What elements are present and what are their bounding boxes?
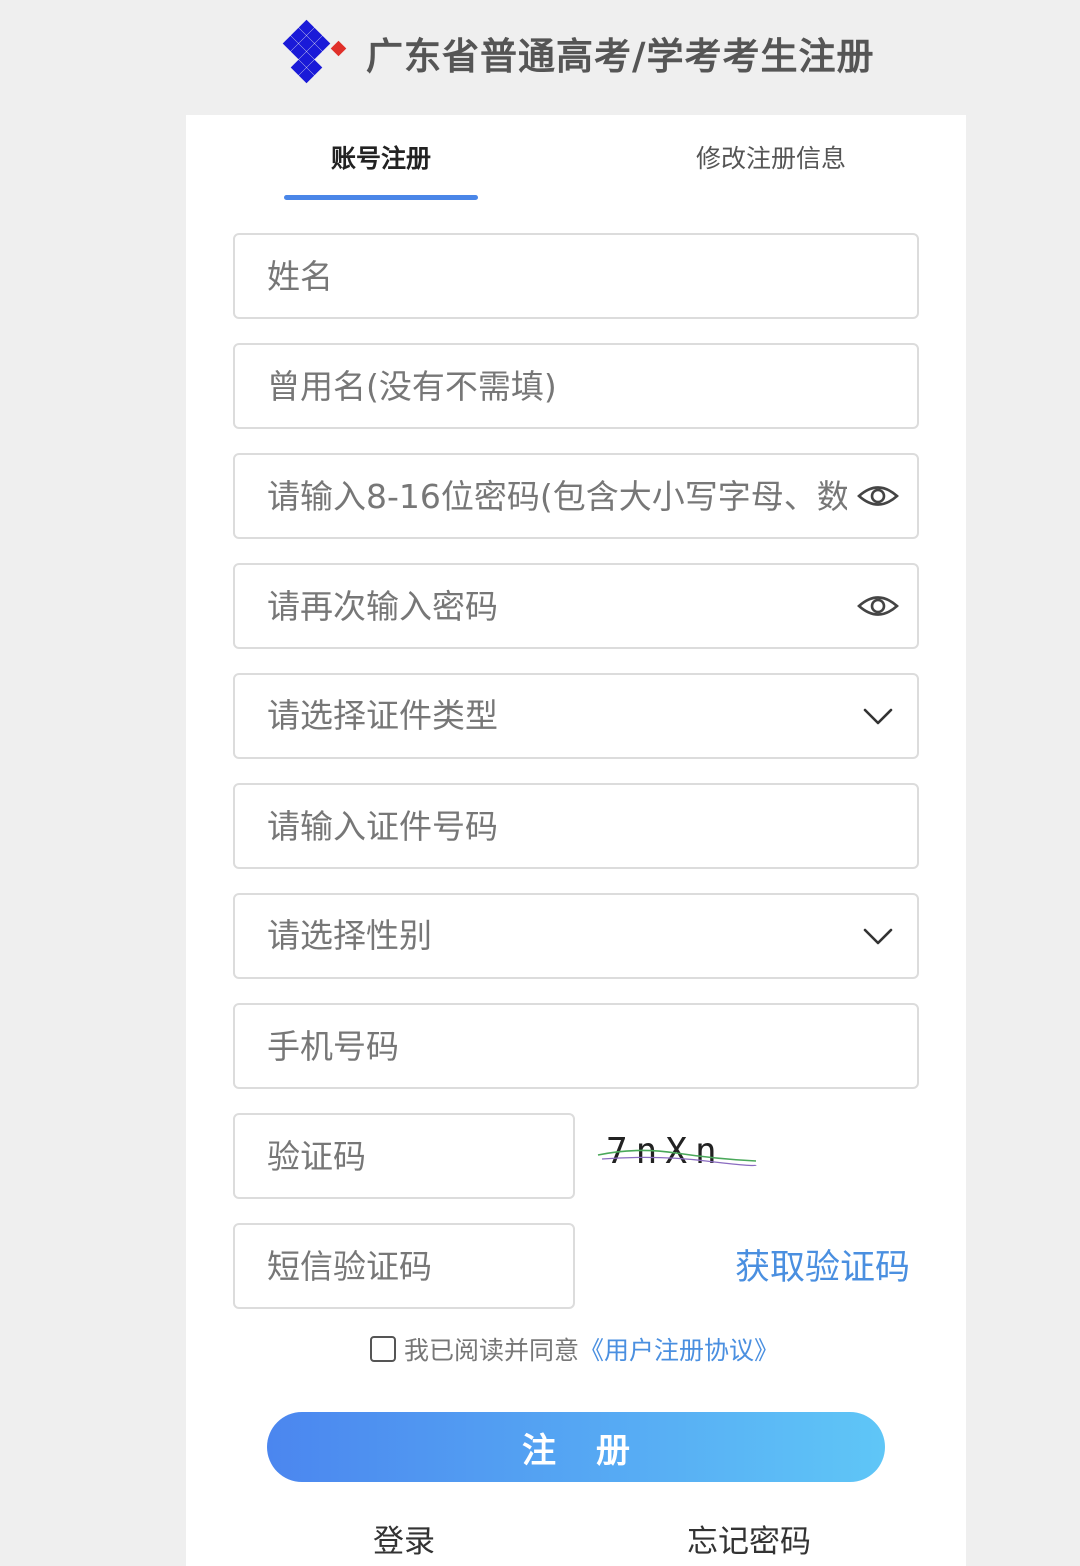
captcha-image[interactable]: 7nXn [596,1125,758,1175]
id-type-select-value: 请选择证件类型 [267,696,498,735]
active-tab-indicator [284,195,478,200]
phone-input[interactable] [235,1005,917,1087]
captcha-field [233,1113,575,1199]
page-header: 广东省普通高考/学考考生注册 [0,0,1080,112]
confirm-password-input[interactable] [235,565,917,647]
id-number-field [233,783,919,869]
register-button[interactable]: 注册 [267,1412,885,1482]
former-name-field [233,343,919,429]
former-name-input[interactable] [235,345,917,427]
login-link[interactable]: 登录 [354,1520,454,1564]
gender-select-value: 请选择性别 [267,916,432,955]
sms-code-field [233,1223,575,1309]
tab-modify-register-info[interactable]: 修改注册信息 [656,139,886,179]
confirm-password-field [233,563,919,649]
eye-icon[interactable] [857,585,899,627]
name-input[interactable] [235,235,917,317]
chevron-down-icon [863,928,893,945]
gender-select[interactable]: 请选择性别 [233,893,919,979]
agreement-text: 我已阅读并同意 [404,1336,580,1365]
phone-field [233,1003,919,1089]
agreement-checkbox[interactable] [370,1336,396,1362]
user-agreement-link[interactable]: 《用户注册协议》 [579,1331,779,1367]
register-card: 账号注册 修改注册信息 请选择证件类型 请选择性别 [186,115,966,1566]
password-field [233,453,919,539]
get-sms-code-button[interactable]: 获取验证码 [735,1243,910,1293]
id-number-input[interactable] [235,785,917,867]
site-title: 广东省普通高考/学考考生注册 [366,35,875,78]
name-field [233,233,919,319]
captcha-input[interactable] [235,1115,573,1197]
chevron-down-icon [863,708,893,725]
agreement-row: 我已阅读并同意 《用户注册协议》 [370,1331,779,1367]
password-input[interactable] [235,455,917,537]
sms-code-input[interactable] [235,1225,573,1307]
logo-icon [282,19,347,84]
id-type-select[interactable]: 请选择证件类型 [233,673,919,759]
tab-account-register[interactable]: 账号注册 [284,139,478,179]
eye-icon[interactable] [857,475,899,517]
forgot-password-link[interactable]: 忘记密码 [674,1520,824,1564]
